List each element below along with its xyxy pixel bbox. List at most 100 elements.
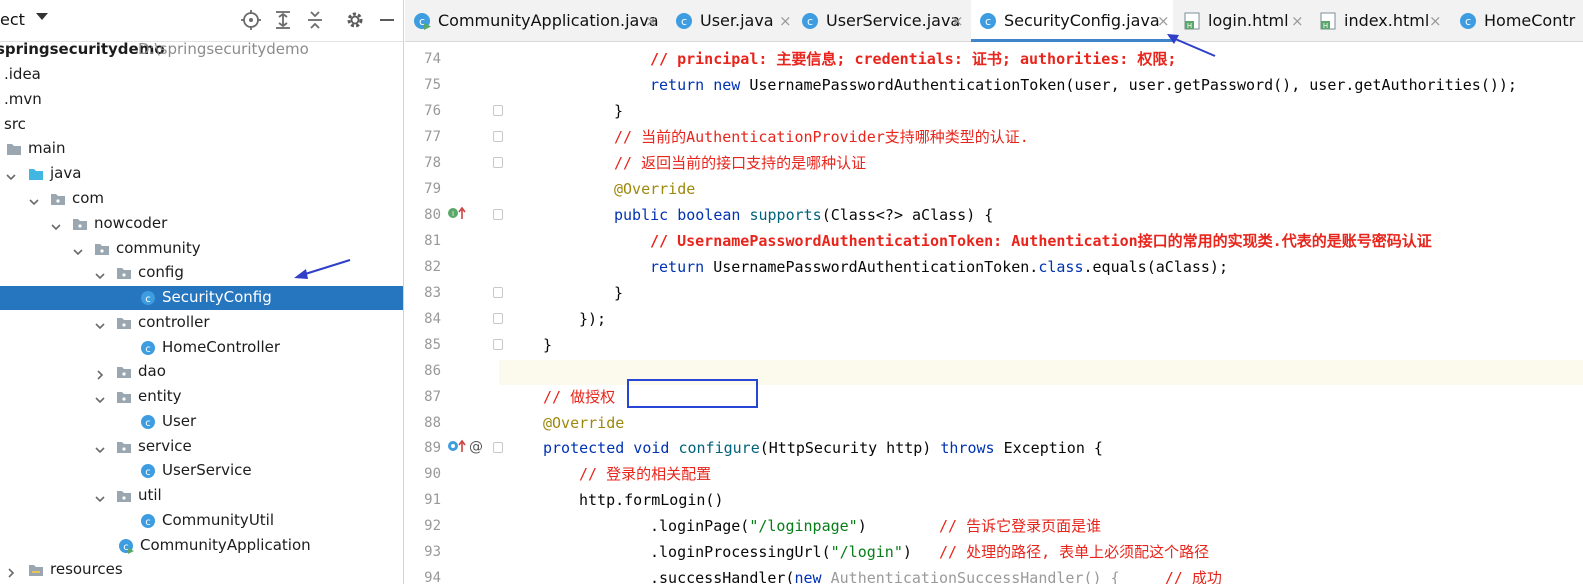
close-icon[interactable]: × — [1157, 12, 1170, 30]
comment: // 当前的AuthenticationProvider支持哪种类型的认证. — [614, 128, 1029, 146]
code-text: } — [543, 336, 553, 354]
view-dropdown-icon[interactable] — [36, 13, 48, 20]
line-number: 91 — [424, 492, 441, 508]
line-number: 94 — [424, 570, 441, 584]
tree-item-communityutil[interactable]: c CommunityUtil — [0, 509, 403, 533]
code-line: .loginProcessingUrl("/login") // 处理的路径, … — [650, 539, 1209, 565]
code-text: } — [614, 284, 624, 302]
locate-target-icon[interactable] — [240, 9, 262, 31]
project-path: D:\springsecuritydemo — [138, 40, 309, 58]
tree-item-idea[interactable]: .idea — [0, 63, 403, 87]
code-editor: c CommunityApplication.java × c User.jav… — [405, 0, 1583, 584]
tree-item-nowcoder[interactable]: nowcoder — [0, 212, 403, 236]
code-line: } — [614, 98, 623, 124]
code-text: .successHandler( — [650, 569, 795, 584]
tree-item-entity[interactable]: entity — [0, 385, 403, 409]
comment: // UsernamePasswordAuthenticationToken: … — [650, 232, 1432, 250]
code-line: protected void configure(HttpSecurity ht… — [543, 435, 1103, 461]
tree-item-main[interactable]: main — [0, 137, 403, 161]
svg-text:c: c — [123, 542, 129, 553]
expand-all-icon[interactable] — [272, 9, 294, 31]
code-text: .loginPage( — [650, 517, 750, 535]
line-number: 86 — [424, 363, 441, 379]
tab-label: SecurityConfig.java — [1004, 11, 1160, 30]
chevron-down-icon[interactable] — [94, 441, 106, 454]
gear-icon[interactable] — [344, 9, 366, 31]
close-icon[interactable]: × — [645, 12, 658, 30]
keyword: return new — [650, 76, 750, 94]
code-area[interactable]: // principal: 主要信息; credentials: 证书; aut… — [499, 43, 1583, 584]
tree-item-label: User — [162, 412, 197, 430]
tree-item-project-root[interactable]: springsecuritydemo D:\springsecuritydemo — [0, 38, 403, 62]
chevron-down-icon[interactable] — [50, 218, 62, 231]
tree-item-homecontroller[interactable]: c HomeController — [0, 336, 403, 360]
keyword: class — [1038, 258, 1084, 276]
package-icon — [116, 315, 132, 331]
at-sign-icon[interactable]: @ — [469, 439, 483, 455]
tree-item-mvn[interactable]: .mvn — [0, 88, 403, 112]
tree-item-user[interactable]: c User — [0, 410, 403, 434]
project-panel-title[interactable]: ect — [0, 10, 25, 29]
code-line: // 返回当前的接口支持的是哪种认证 — [614, 150, 866, 176]
tree-item-java[interactable]: java — [0, 162, 403, 186]
tree-item-resources[interactable]: resources — [0, 558, 403, 582]
tab-communityapplication[interactable]: c CommunityApplication.java × — [405, 0, 661, 42]
tree-item-communityapplication[interactable]: c CommunityApplication — [0, 534, 403, 558]
tab-userservice[interactable]: c UserService.java × — [793, 0, 969, 42]
chevron-down-icon[interactable] — [94, 267, 106, 280]
line-number: 89 — [424, 440, 441, 456]
tree-item-securityconfig[interactable]: c SecurityConfig — [0, 286, 403, 310]
chevron-down-icon[interactable] — [5, 168, 17, 181]
java-class-icon: c — [140, 290, 156, 306]
tree-item-label: CommunityUtil — [162, 511, 275, 529]
java-class-icon: c — [140, 340, 156, 356]
tree-item-userservice[interactable]: c UserService — [0, 459, 403, 483]
tree-item-dao[interactable]: dao — [0, 360, 403, 384]
line-number: 77 — [424, 129, 441, 145]
chevron-right-icon[interactable] — [5, 564, 17, 578]
svg-text:H: H — [1323, 22, 1328, 30]
close-icon[interactable]: × — [1291, 12, 1304, 30]
tree-item-src[interactable]: src — [0, 113, 403, 137]
code-line: // principal: 主要信息; credentials: 证书; aut… — [650, 46, 1176, 72]
close-icon[interactable]: × — [1429, 12, 1442, 30]
java-class-icon: c — [140, 463, 156, 479]
svg-text:c: c — [145, 517, 151, 528]
tab-user[interactable]: c User.java × — [667, 0, 793, 42]
tree-item-com[interactable]: com — [0, 187, 403, 211]
editor-gutter: 74 75 76 77 78 79 80 81 82 83 84 85 86 8… — [405, 43, 503, 584]
tree-item-label: dao — [138, 362, 166, 380]
tree-item-label: util — [138, 486, 162, 504]
tab-homecontroller[interactable]: c HomeContr — [1451, 0, 1583, 42]
resources-folder-icon — [28, 562, 44, 578]
tree-item-controller[interactable]: controller — [0, 311, 403, 335]
package-icon — [116, 488, 132, 504]
collapse-all-icon[interactable] — [304, 9, 326, 31]
tree-item-label: com — [72, 189, 105, 207]
string-literal: "/loginpage" — [749, 517, 858, 535]
method-name: supports — [749, 206, 822, 224]
chevron-down-icon[interactable] — [94, 317, 106, 330]
code-text: .loginProcessingUrl( — [650, 543, 831, 561]
close-icon[interactable]: × — [779, 12, 792, 30]
chevron-down-icon[interactable] — [94, 490, 106, 503]
chevron-down-icon[interactable] — [28, 193, 40, 206]
tree-item-service[interactable]: service — [0, 435, 403, 459]
annotation-box — [627, 379, 758, 408]
chevron-down-icon[interactable] — [72, 243, 84, 256]
close-icon[interactable]: × — [951, 12, 964, 30]
overrides-method-icon[interactable] — [447, 439, 467, 456]
code-line: // 做授权 — [543, 384, 615, 410]
chevron-right-icon[interactable] — [94, 366, 106, 380]
implements-method-icon[interactable]: I — [447, 206, 467, 223]
comment: // 返回当前的接口支持的是哪种认证 — [614, 154, 867, 172]
tab-index-html[interactable]: H index.html × — [1311, 0, 1449, 42]
annotation: @Override — [614, 180, 696, 198]
code-line: @Override — [614, 176, 695, 202]
tab-securityconfig[interactable]: c SecurityConfig.java × — [971, 0, 1173, 42]
line-number: 80 — [424, 207, 441, 223]
chevron-down-icon[interactable] — [94, 391, 106, 404]
tab-label: User.java — [700, 11, 774, 30]
hide-panel-icon[interactable] — [376, 9, 398, 31]
tree-item-util[interactable]: util — [0, 484, 403, 508]
